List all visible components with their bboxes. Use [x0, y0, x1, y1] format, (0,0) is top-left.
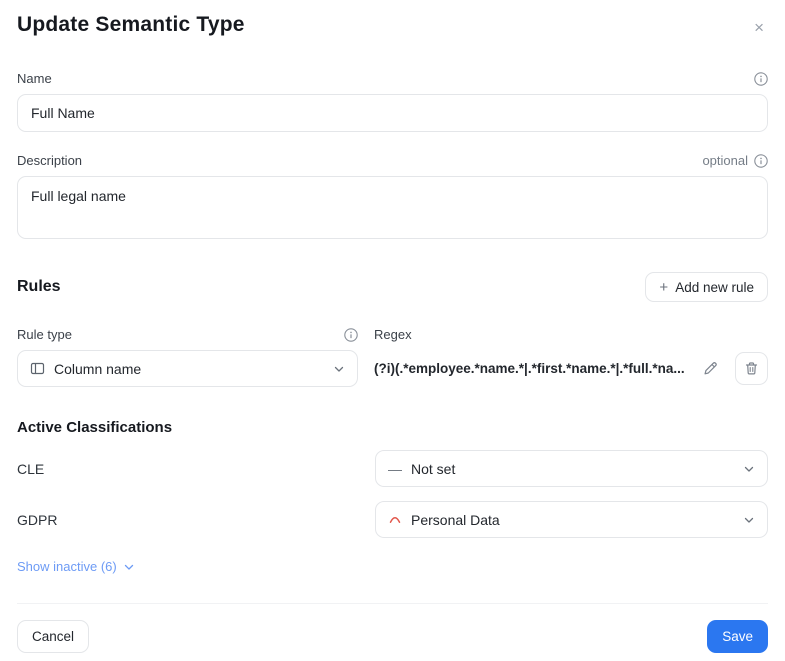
- rules-section-header: Rules + Add new rule: [17, 272, 768, 302]
- name-input[interactable]: [17, 94, 768, 132]
- gdpr-select[interactable]: Personal Data: [375, 501, 768, 538]
- chevron-down-icon: [743, 463, 755, 475]
- close-icon: ×: [754, 18, 764, 37]
- modal-footer: Cancel Save: [17, 603, 768, 653]
- edit-icon: [702, 361, 718, 377]
- personal-data-chevron-icon: [388, 513, 402, 527]
- gdpr-label: GDPR: [17, 511, 58, 528]
- rules-heading: Rules: [17, 278, 61, 295]
- classification-row-cle: CLE — Not set: [17, 450, 768, 487]
- show-inactive-label: Show inactive (6): [17, 559, 117, 574]
- name-label: Name: [17, 71, 52, 86]
- add-new-rule-button[interactable]: + Add new rule: [645, 272, 768, 302]
- info-icon: [344, 327, 358, 342]
- optional-tag: optional: [702, 153, 748, 168]
- cle-value: Not set: [411, 460, 456, 477]
- description-label: Description: [17, 153, 83, 168]
- name-field-block: Name: [17, 71, 768, 132]
- regex-label: Regex: [374, 327, 412, 342]
- close-button[interactable]: ×: [750, 15, 768, 40]
- active-classifications-heading: Active Classifications: [17, 419, 173, 436]
- chevron-down-icon: [123, 561, 135, 573]
- cancel-button[interactable]: Cancel: [17, 620, 90, 653]
- add-new-rule-label: Add new rule: [675, 279, 754, 295]
- rule-type-block: Rule type Column name: [17, 327, 358, 387]
- chevron-down-icon: [333, 363, 345, 375]
- trash-icon: [744, 361, 759, 376]
- plus-icon: +: [659, 278, 669, 296]
- description-textarea[interactable]: Full legal name: [17, 176, 768, 239]
- page-title: Update Semantic Type: [17, 13, 245, 36]
- regex-block: Regex (?i)(.*employee.*name.*|.*first.*n…: [374, 327, 768, 387]
- modal-header: Update Semantic Type ×: [17, 0, 768, 40]
- regex-value: (?i)(.*employee.*name.*|.*first.*name.*|…: [374, 361, 685, 376]
- delete-rule-button[interactable]: [735, 352, 768, 385]
- gdpr-value: Personal Data: [411, 511, 500, 528]
- rule-type-label: Rule type: [17, 327, 72, 342]
- dash-icon: —: [388, 460, 402, 477]
- rule-type-value: Column name: [54, 360, 142, 377]
- show-inactive-toggle[interactable]: Show inactive (6): [17, 559, 135, 574]
- edit-regex-button[interactable]: [698, 357, 722, 381]
- rule-row: Rule type Column name Regex (?i)(.*emplo…: [17, 327, 768, 387]
- classification-row-gdpr: GDPR Personal Data: [17, 501, 768, 538]
- chevron-down-icon: [743, 514, 755, 526]
- info-icon: [754, 153, 768, 168]
- rule-type-select[interactable]: Column name: [17, 350, 358, 387]
- cle-select[interactable]: — Not set: [375, 450, 768, 487]
- description-field-block: Description optional Full legal name: [17, 153, 768, 244]
- info-icon: [754, 71, 768, 86]
- save-button[interactable]: Save: [707, 620, 768, 653]
- cle-label: CLE: [17, 460, 45, 477]
- column-icon: [30, 361, 45, 376]
